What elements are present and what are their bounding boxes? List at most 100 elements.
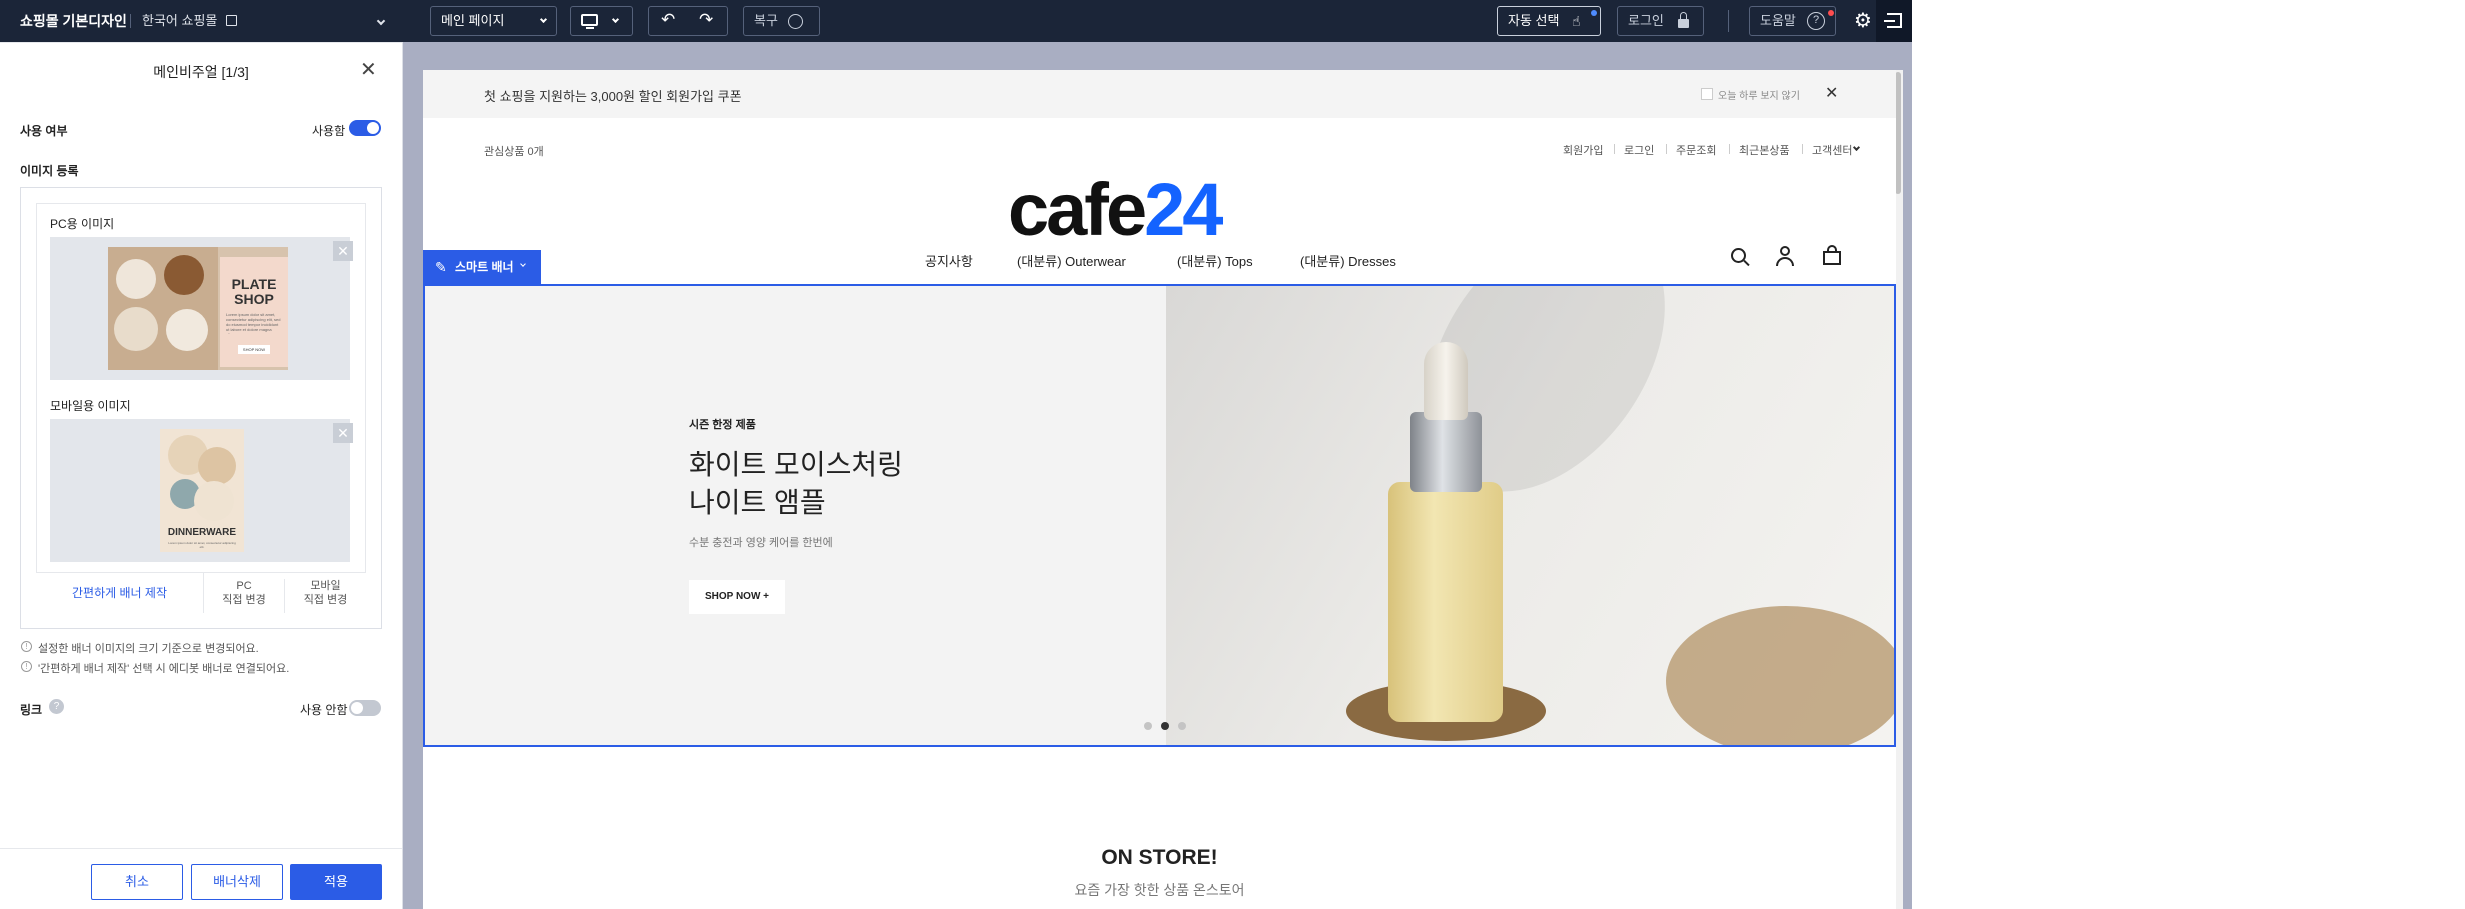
exit-arrow <box>1884 20 1895 22</box>
use-toggle[interactable] <box>349 120 381 136</box>
easy-banner-button[interactable]: 간편하게 배너 제작 <box>36 573 204 613</box>
auto-select-button[interactable]: 자동 선택 ☝ <box>1497 6 1601 36</box>
note-2: '간편하게 배너 제작' 선택 시 에디봇 배너로 연결되어요. <box>38 663 290 675</box>
link-toggle[interactable] <box>349 700 381 716</box>
login-button[interactable]: 로그인 <box>1617 6 1704 36</box>
pc-image-label: PC용 이미지 <box>50 217 115 231</box>
search-handle <box>1743 259 1750 267</box>
promo-text[interactable]: 첫 쇼핑을 지원하는 3,000원 할인 회원가입 쿠폰 <box>484 86 742 105</box>
close-icon[interactable]: ✕ <box>360 57 377 82</box>
mobile-image-preview[interactable]: DINNERWARE Lorem ipsum dolor sit amet, c… <box>50 419 350 562</box>
pc-direct-change-button[interactable]: PC 직접 변경 <box>204 579 285 613</box>
use-state: 사용함 <box>312 124 346 138</box>
note-1: 설정한 배너 이미지의 크기 기준으로 변경되어요. <box>38 643 259 655</box>
link-state: 사용 안함 <box>300 703 348 717</box>
wishlist-count[interactable]: 관심상품 0개 <box>484 143 544 159</box>
dropper-bulb <box>1424 342 1468 420</box>
help-label: 도움말 <box>1760 13 1796 28</box>
monitor-stand <box>586 27 594 29</box>
bag-handle <box>1827 245 1837 253</box>
mobile-thumb-title: DINNERWARE <box>167 527 237 538</box>
pc-thumb-button: SHOP NOW <box>238 345 270 354</box>
util-login[interactable]: 로그인 <box>1624 142 1654 158</box>
pc-image-preview[interactable]: PLATE SHOP Lorem ipsum dolor sit amet, c… <box>50 237 350 380</box>
banner-subtitle: 수분 충전과 영양 케어를 한번에 <box>689 537 833 549</box>
pc-direct-line1: PC <box>236 580 252 592</box>
undo-icon[interactable]: ↶ <box>661 6 675 34</box>
slider-dot-3[interactable] <box>1178 722 1186 730</box>
pencil-icon: ✎ <box>435 259 447 275</box>
slider-dot-1[interactable] <box>1144 722 1152 730</box>
store-logo[interactable]: cafe24 <box>1008 170 1318 250</box>
dried-grass <box>1666 606 1894 745</box>
promo-hide-checkbox[interactable] <box>1701 88 1713 100</box>
close-icon: ✕ <box>337 243 349 259</box>
notification-dot <box>1591 10 1597 16</box>
util-support[interactable]: 고객센터 <box>1812 142 1852 158</box>
site-name[interactable]: 쇼핑몰 기본디자인 <box>20 0 127 42</box>
exit-button[interactable] <box>1876 0 1912 42</box>
nav-tops[interactable]: (대분류) Tops <box>1177 251 1253 270</box>
delete-banner-button[interactable]: 배너삭제 <box>191 864 283 900</box>
banner-title-2: 나이트 앰플 <box>689 487 826 518</box>
divider <box>1728 10 1729 32</box>
promo-bar: 첫 쇼핑을 지원하는 3,000원 할인 회원가입 쿠폰 오늘 하루 보지 않기… <box>423 70 1896 118</box>
plate <box>166 309 208 351</box>
util-join[interactable]: 회원가입 <box>1563 142 1603 158</box>
util-orders[interactable]: 주문조회 <box>1676 142 1716 158</box>
banner-cta-button[interactable]: SHOP NOW + <box>689 580 785 614</box>
store-preview: 첫 쇼핑을 지원하는 3,000원 할인 회원가입 쿠폰 오늘 하루 보지 않기… <box>423 70 1896 909</box>
chevron-down-icon <box>539 7 548 35</box>
nav-dresses[interactable]: (대분류) Dresses <box>1300 251 1396 270</box>
bag-icon[interactable] <box>1823 251 1841 265</box>
pc-thumb-title: PLATE SHOP <box>231 276 277 307</box>
remove-mobile-image-button[interactable]: ✕ <box>333 423 353 443</box>
info-icon: ! <box>21 661 32 672</box>
divider <box>130 14 131 28</box>
mobile-thumbnail: DINNERWARE Lorem ipsum dolor sit amet, c… <box>160 429 244 552</box>
help-button[interactable]: 도움말 ? <box>1749 6 1836 36</box>
help-icon[interactable]: ? <box>49 699 64 714</box>
banner-title-1: 화이트 모이스처링 <box>689 449 903 480</box>
chevron-down-icon <box>611 7 620 35</box>
gear-icon[interactable]: ⚙ <box>1854 8 1872 33</box>
chevron-down-icon[interactable] <box>1852 140 1861 158</box>
use-label: 사용 여부 <box>20 124 68 138</box>
nav-notice[interactable]: 공지사항 <box>925 251 973 270</box>
device-select[interactable] <box>570 6 633 36</box>
util-recent[interactable]: 최근본상품 <box>1739 142 1790 158</box>
pc-thumbnail: PLATE SHOP Lorem ipsum dolor sit amet, c… <box>108 247 288 370</box>
info-icon: ! <box>21 641 32 652</box>
external-link-icon[interactable] <box>226 15 237 26</box>
chevron-down-icon[interactable] <box>376 14 386 32</box>
user-icon[interactable] <box>1780 246 1790 256</box>
promo-hide-label[interactable]: 오늘 하루 보지 않기 <box>1718 87 1800 102</box>
banner-photo <box>1166 286 1894 745</box>
undo-redo-group: ↶ ↷ <box>648 6 728 36</box>
main-visual-banner[interactable]: 시즌 한정 제품 화이트 모이스처링 나이트 앰플 수분 충전과 영양 케어를 … <box>423 284 1896 747</box>
smart-banner-tag[interactable]: ✎ 스마트 배너 <box>423 250 541 284</box>
dropper-collar <box>1410 412 1482 492</box>
close-icon[interactable]: ✕ <box>1825 83 1838 103</box>
nav-outerwear[interactable]: (대분류) Outerwear <box>1017 251 1126 270</box>
mobile-direct-line1: 모바일 <box>310 580 341 592</box>
plates-photo <box>108 247 218 370</box>
panel-title: 메인비주얼 [1/3] <box>153 64 249 80</box>
apply-button[interactable]: 적용 <box>290 864 382 900</box>
page-select[interactable]: 메인 페이지 <box>430 6 557 36</box>
login-label: 로그인 <box>1628 13 1664 28</box>
section-title: ON STORE! <box>1101 846 1218 869</box>
divider <box>1666 144 1667 154</box>
shop-language[interactable]: 한국어 쇼핑몰 <box>142 0 217 42</box>
divider <box>0 42 402 43</box>
remove-pc-image-button[interactable]: ✕ <box>333 241 353 261</box>
cancel-button[interactable]: 취소 <box>91 864 183 900</box>
mobile-direct-change-button[interactable]: 모바일 직접 변경 <box>285 579 366 613</box>
chevron-down-icon <box>520 248 526 282</box>
restore-button[interactable]: 복구 <box>743 6 820 36</box>
section-subtitle: 요즘 가장 핫한 상품 온스토어 <box>1074 882 1245 898</box>
redo-icon[interactable]: ↷ <box>699 6 713 34</box>
plate <box>198 447 236 485</box>
monitor-icon <box>581 14 598 26</box>
slider-dot-2-active[interactable] <box>1161 722 1169 730</box>
